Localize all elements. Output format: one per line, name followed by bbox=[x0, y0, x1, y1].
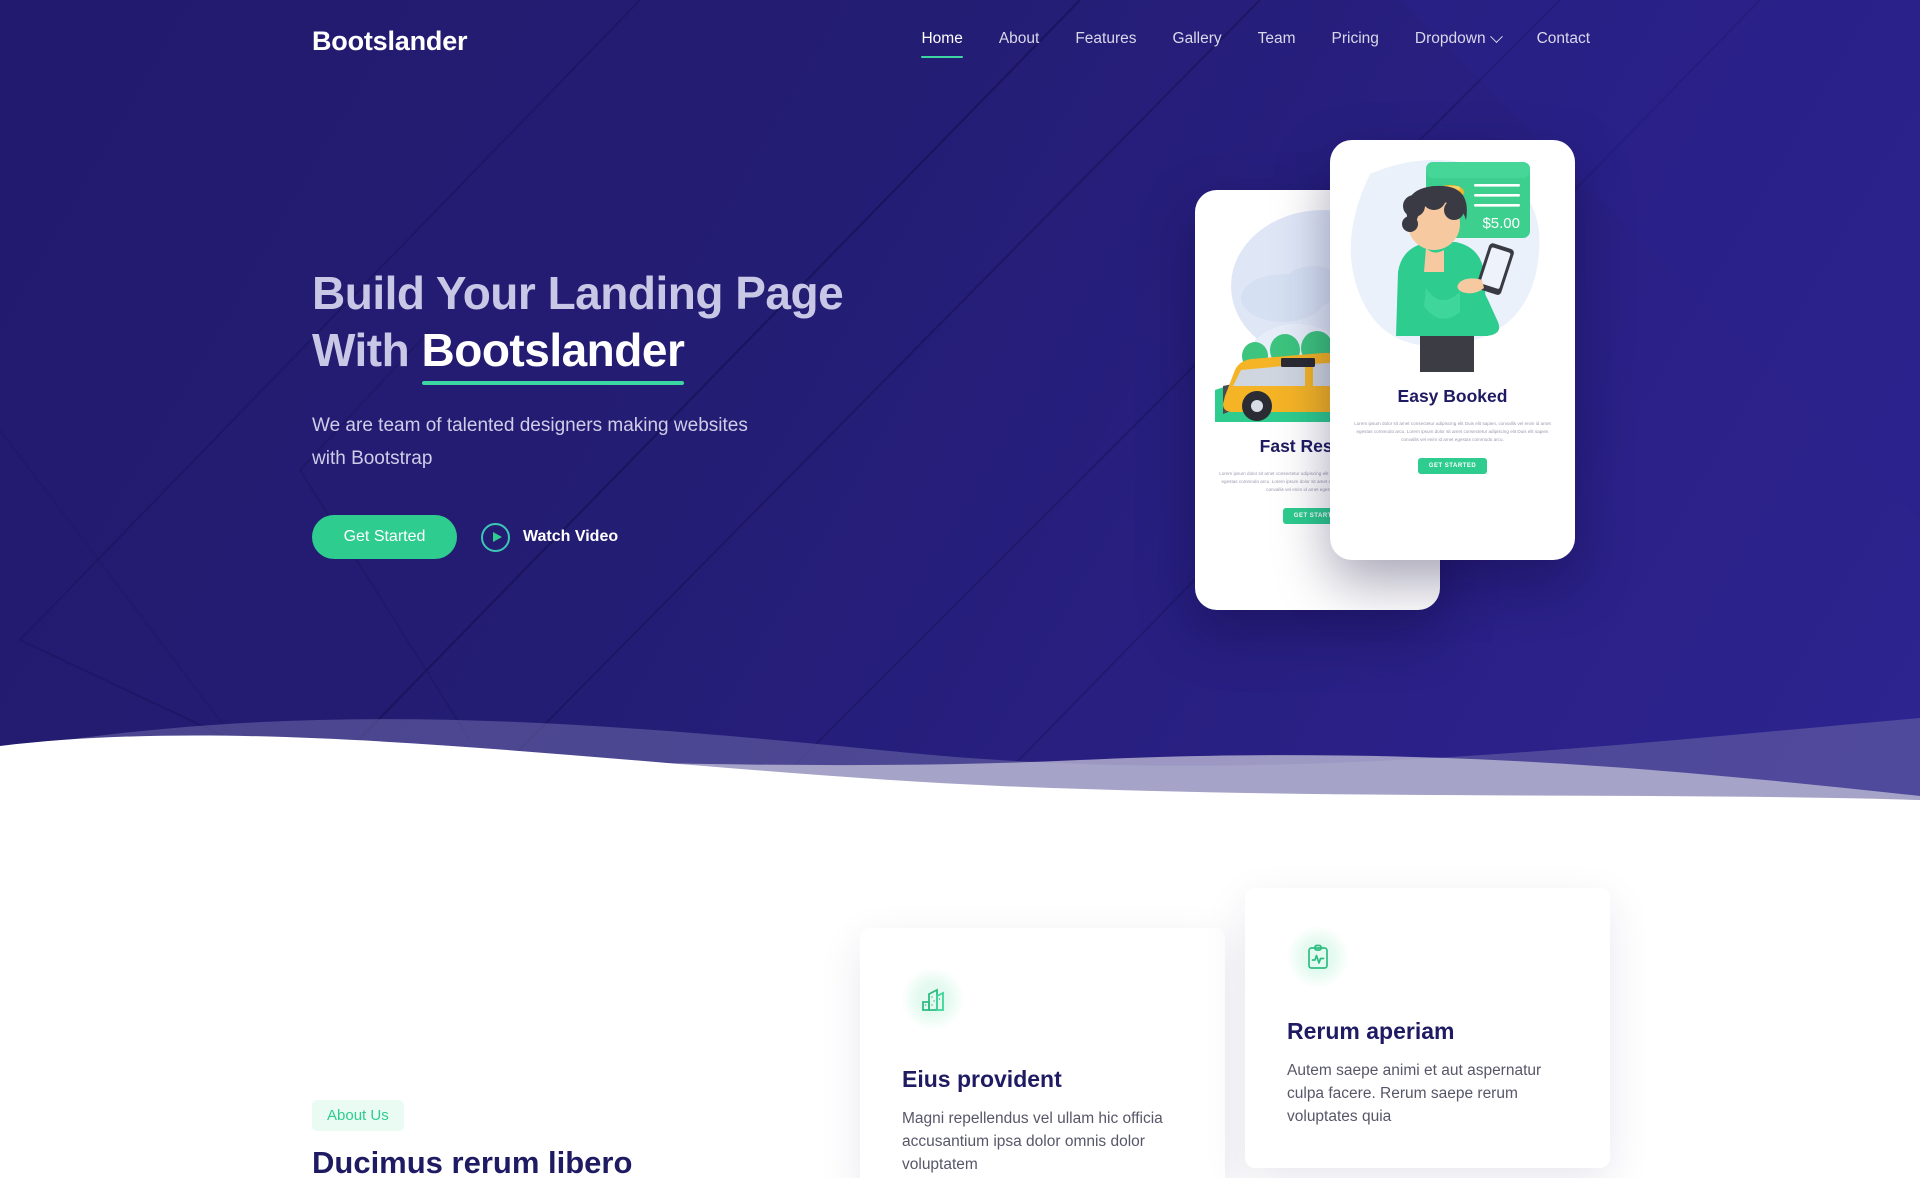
about-us-badge: About Us bbox=[312, 1100, 404, 1131]
main-navbar: Bootslander Home About Features Gallery … bbox=[0, 0, 1920, 78]
play-circle-icon bbox=[481, 522, 510, 552]
payment-illustration: $5.00 bbox=[1330, 140, 1575, 372]
nav-label: Home bbox=[921, 30, 963, 47]
nav-label: About bbox=[998, 30, 1040, 47]
play-triangle-icon bbox=[492, 532, 502, 542]
nav-item-contact[interactable]: Contact bbox=[1519, 30, 1608, 48]
nav-item-dropdown[interactable]: Dropdown bbox=[1397, 29, 1519, 48]
chevron-down-icon bbox=[1489, 29, 1503, 43]
watch-video-button[interactable]: Watch Video bbox=[481, 522, 619, 552]
nav-item-gallery[interactable]: Gallery bbox=[1155, 30, 1240, 48]
hero-subtitle: We are team of talented designers making… bbox=[312, 415, 748, 469]
nav-label: Gallery bbox=[1172, 30, 1222, 47]
about-title: Ducimus rerum libero bbox=[312, 1145, 633, 1178]
feature-text: Magni repellendus vel ullam hic officia … bbox=[902, 1110, 1163, 1173]
nav-label: Dropdown bbox=[1414, 30, 1486, 47]
nav-label: Contact bbox=[1536, 30, 1590, 47]
hero-heading-line1: Build Your Landing Page bbox=[312, 267, 844, 319]
feature-title: Eius provident bbox=[902, 1066, 1062, 1092]
nav-list: Home About Features Gallery Team Pricing… bbox=[903, 29, 1608, 58]
nav-item-pricing[interactable]: Pricing bbox=[1314, 30, 1397, 48]
phone-front-title: Easy Booked bbox=[1397, 386, 1508, 406]
hero-heading-line2-prefix: With bbox=[312, 324, 422, 376]
phone-mockups: Fast Respond Lorem ipsum dolor sit amet … bbox=[1150, 120, 1850, 720]
nav-label: Features bbox=[1075, 30, 1137, 47]
feature-card-eius-provident[interactable]: Eius provident Magni repellendus vel ull… bbox=[860, 928, 1225, 1178]
feature-title: Rerum aperiam bbox=[1287, 1018, 1455, 1044]
nav-item-about[interactable]: About bbox=[981, 30, 1058, 48]
nav-label: Team bbox=[1257, 30, 1296, 47]
price-label: $5.00 bbox=[1482, 215, 1520, 232]
hero-heading: Build Your Landing Page With Bootslander bbox=[312, 265, 952, 385]
feature-text: Autem saepe animi et aut aspernatur culp… bbox=[1287, 1062, 1542, 1125]
hero-copy: Build Your Landing Page With Bootslander… bbox=[312, 265, 952, 559]
hero-section: Bootslander Home About Features Gallery … bbox=[0, 0, 1920, 800]
nav-label: Pricing bbox=[1331, 30, 1379, 47]
nav-item-home[interactable]: Home bbox=[903, 30, 980, 58]
phone-front-cta[interactable]: GET STARTED bbox=[1417, 458, 1488, 474]
nav-item-features[interactable]: Features bbox=[1057, 30, 1154, 48]
building-chart-icon bbox=[902, 968, 964, 1030]
clipboard-pulse-icon bbox=[1287, 926, 1349, 988]
hero-actions: Get Started Watch Video bbox=[312, 515, 952, 559]
get-started-button[interactable]: Get Started bbox=[312, 515, 457, 559]
feature-card-rerum-aperiam[interactable]: Rerum aperiam Autem saepe animi et aut a… bbox=[1245, 888, 1610, 1168]
phone-card-easy-booked[interactable]: $5.00 Easy Booked Lorem ipsum dolor sit … bbox=[1330, 140, 1575, 560]
phone-front-text: Lorem ipsum dolor sit amet consectetur a… bbox=[1354, 421, 1551, 442]
brand-logo[interactable]: Bootslander bbox=[312, 26, 468, 57]
nav-item-team[interactable]: Team bbox=[1240, 30, 1314, 48]
hero-heading-brand: Bootslander bbox=[421, 322, 685, 385]
watch-video-label: Watch Video bbox=[523, 528, 619, 545]
